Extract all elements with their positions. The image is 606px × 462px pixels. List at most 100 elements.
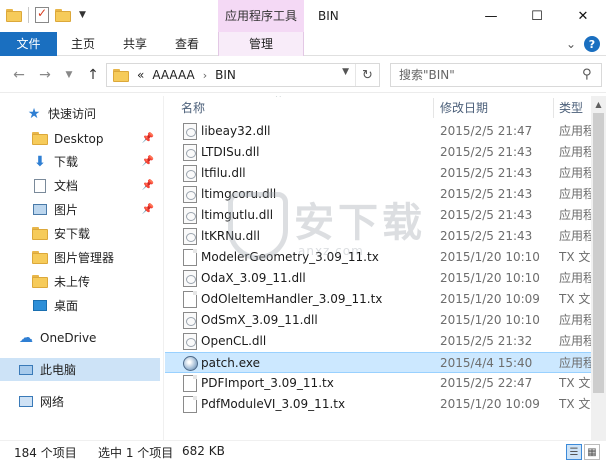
file-date: 2015/2/5 21:43 (440, 187, 533, 201)
search-icon[interactable]: ⚲ (582, 67, 592, 82)
address-bar[interactable]: « AAAAA › BIN ▼ ↻ (106, 63, 380, 87)
pane-splitter[interactable] (163, 96, 164, 440)
breadcrumb-aaaaa[interactable]: AAAAA (152, 68, 194, 82)
help-icon[interactable]: ? (584, 36, 600, 52)
file-name: OdaX_3.09_11.dll (201, 271, 306, 285)
tab-manage[interactable]: 管理 (218, 32, 304, 56)
file-name: OdOleItemHandler_3.09_11.tx (201, 292, 383, 306)
back-arrow-icon[interactable]: ← (10, 66, 28, 84)
item-count: 184 个项目 (14, 446, 77, 460)
file-date: 2015/1/20 10:10 (440, 250, 540, 264)
details-view-icon[interactable]: ☰ (566, 444, 582, 460)
star-icon: ★ (27, 105, 41, 122)
dll-file-icon (183, 228, 197, 245)
pin-icon[interactable]: 📌 (142, 156, 154, 167)
scroll-up-icon[interactable]: ▲ (591, 96, 606, 113)
breadcrumb-overflow[interactable]: « (137, 68, 144, 82)
close-button[interactable]: ✕ (560, 0, 606, 32)
sidebar-item-downloads[interactable]: ⬇ 下载 📌 (0, 150, 160, 173)
table-row[interactable]: OdaX_3.09_11.dll2015/1/20 10:10应用程序扩展 (165, 268, 606, 289)
file-date: 2015/1/20 10:10 (440, 313, 540, 327)
properties-icon[interactable] (35, 6, 49, 23)
sidebar-item-desktop-cn[interactable]: 桌面 (0, 294, 160, 317)
title-bar: ▼ 应用程序工具 BIN — ☐ ✕ (0, 0, 606, 32)
pin-icon[interactable]: 📌 (142, 204, 154, 215)
column-divider[interactable] (553, 98, 554, 118)
file-date: 2015/2/5 21:43 (440, 145, 533, 159)
recent-locations-icon[interactable]: ▼ (60, 66, 78, 84)
tab-share[interactable]: 共享 (109, 32, 161, 56)
sidebar-item-documents[interactable]: 文档 📌 (0, 174, 160, 197)
sidebar-item-picture-manager[interactable]: 图片管理器 (0, 246, 160, 269)
quick-access-toolbar: ▼ (6, 6, 86, 23)
file-name: OdSmX_3.09_11.dll (201, 313, 318, 327)
file-name: libeay32.dll (201, 124, 271, 138)
table-row[interactable]: OdSmX_3.09_11.dll2015/1/20 10:10应用程序扩展 (165, 310, 606, 331)
contextual-tab-app-tools: 应用程序工具 (218, 0, 304, 32)
navigation-bar: ← → ▼ ↑ « AAAAA › BIN ▼ ↻ 搜索"BIN" ⚲ (0, 57, 606, 93)
sidebar-item-label: 未上传 (54, 275, 91, 289)
sidebar-item-this-pc[interactable]: 此电脑 (0, 358, 160, 381)
tab-view[interactable]: 查看 (161, 32, 213, 56)
sidebar-item-anxiazai[interactable]: 安下载 (0, 222, 160, 245)
table-row[interactable]: ltKRNu.dll2015/2/5 21:43应用程序扩展 (165, 226, 606, 247)
maximize-button[interactable]: ☐ (514, 0, 560, 32)
dll-file-icon (183, 144, 197, 161)
table-row[interactable]: LTDISu.dll2015/2/5 21:43应用程序扩展 (165, 142, 606, 163)
column-header-name[interactable]: 名称 (181, 96, 205, 120)
refresh-icon[interactable]: ↻ (355, 64, 379, 86)
table-row[interactable]: PdfModuleVI_3.09_11.tx 2015/1/20 10:09 TX … (165, 394, 606, 415)
table-row[interactable]: patch.exe2015/4/4 15:40应用程序 (165, 352, 606, 373)
folder-icon (32, 226, 48, 242)
vertical-scrollbar[interactable]: ▲ (591, 96, 606, 440)
customize-toolbar-icon[interactable]: ▼ (79, 10, 86, 20)
sidebar-item-desktop[interactable]: Desktop 📌 (0, 127, 160, 150)
column-header-type[interactable]: 类型 (559, 96, 583, 120)
sidebar-item-network[interactable]: 网络 (0, 390, 160, 413)
tab-file[interactable]: 文件 (0, 32, 57, 56)
column-divider[interactable] (433, 98, 434, 118)
minimize-button[interactable]: — (468, 0, 514, 32)
address-dropdown-icon[interactable]: ▼ (342, 67, 349, 77)
table-row[interactable]: PDFImport_3.09_11.tx 2015/2/5 22:47 TX 文件 (165, 373, 606, 394)
sidebar-item-quick-access[interactable]: ★ 快速访问 (0, 102, 160, 125)
up-arrow-icon[interactable]: ↑ (84, 66, 102, 84)
large-icons-view-icon[interactable]: ▦ (584, 444, 600, 460)
sidebar-item-pictures[interactable]: 图片 📌 (0, 198, 160, 221)
selected-size: 682 KB (182, 444, 225, 458)
expand-ribbon-icon[interactable]: ⌄ (566, 37, 576, 51)
sidebar-item-not-uploaded[interactable]: 未上传 (0, 270, 160, 293)
file-name: ModelerGeometry_3.09_11.tx (201, 250, 379, 264)
folder-icon (113, 68, 129, 82)
document-icon (32, 178, 48, 194)
scrollbar-thumb[interactable] (593, 113, 604, 393)
search-input[interactable]: 搜索"BIN" (390, 63, 602, 87)
file-date: 2015/4/4 15:40 (440, 356, 533, 370)
sidebar-item-label: OneDrive (40, 330, 97, 345)
folder-icon (32, 250, 48, 266)
table-row[interactable]: libeay32.dll2015/2/5 21:47应用程序扩展 (165, 121, 606, 142)
file-name: ltKRNu.dll (201, 229, 260, 243)
table-row[interactable]: ltimgutlu.dll2015/2/5 21:43应用程序扩展 (165, 205, 606, 226)
breadcrumb-bin[interactable]: BIN (215, 68, 236, 82)
computer-icon (18, 362, 34, 378)
table-row[interactable]: ltfilu.dll2015/2/5 21:43应用程序扩展 (165, 163, 606, 184)
pin-icon[interactable]: 📌 (142, 180, 154, 191)
table-row[interactable]: OpenCL.dll2015/2/5 21:32应用程序扩展 (165, 331, 606, 352)
forward-arrow-icon[interactable]: → (36, 66, 54, 84)
folder-icon[interactable] (6, 8, 22, 22)
ribbon-right-controls: ⌄ ? (566, 36, 600, 52)
table-row[interactable]: ModelerGeometry_3.09_11.tx 2015/1/20 10:1… (165, 247, 606, 268)
table-row[interactable]: ltimgcoru.dll2015/2/5 21:43应用程序扩展 (165, 184, 606, 205)
ribbon-tabs: 文件 主页 共享 查看 管理 ⌄ ? (0, 32, 606, 56)
chevron-right-icon[interactable]: › (203, 69, 207, 82)
column-header-date[interactable]: 修改日期 (440, 96, 488, 120)
sidebar-item-label: 此电脑 (40, 363, 77, 377)
new-folder-icon[interactable] (55, 8, 71, 22)
exe-file-icon (183, 356, 198, 371)
sidebar-item-onedrive[interactable]: ☁ OneDrive (0, 326, 160, 349)
tab-home[interactable]: 主页 (57, 32, 109, 56)
pin-icon[interactable]: 📌 (142, 133, 154, 144)
table-row[interactable]: OdOleItemHandler_3.09_11.tx 2015/1/20 10:… (165, 289, 606, 310)
sidebar-item-label: 文档 (54, 179, 79, 193)
